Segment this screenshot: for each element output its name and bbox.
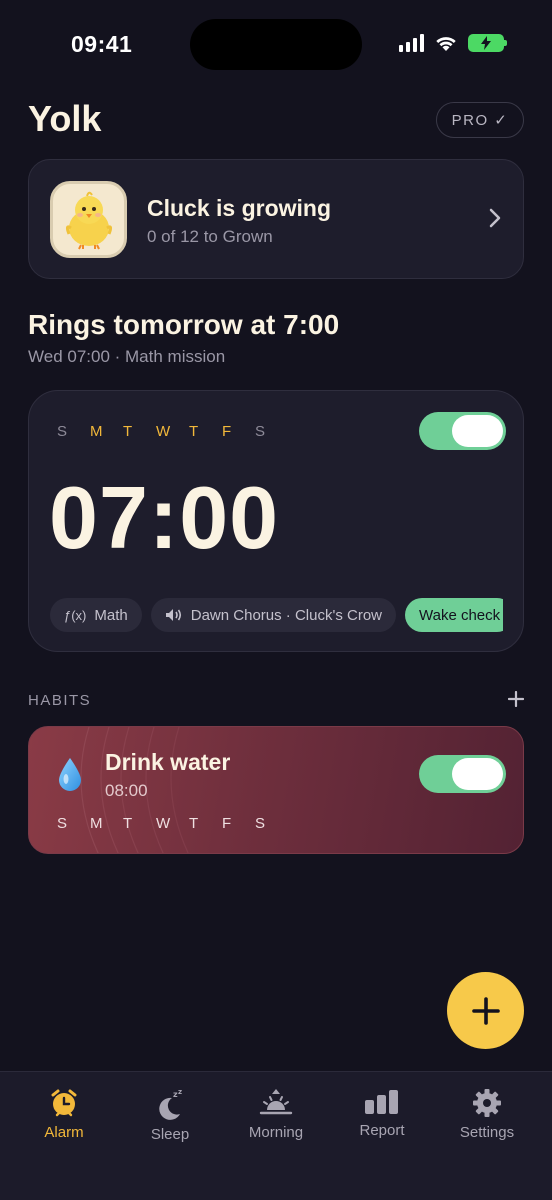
status-icons (399, 34, 507, 52)
moon-zzz-icon: z z (159, 1088, 182, 1120)
habit-name: Drink water (105, 749, 231, 775)
habit-day: S (57, 815, 68, 832)
chick-avatar (50, 181, 127, 258)
tab-settings[interactable]: Settings (437, 1088, 537, 1141)
tab-label: Alarm (44, 1124, 84, 1141)
svg-text:z: z (178, 1088, 182, 1096)
water-drop-icon (59, 758, 81, 791)
tab-report[interactable]: Report (332, 1088, 432, 1139)
pet-progress: 0 of 12 to Grown (147, 227, 273, 246)
alarm-chips: ƒ(x) Math Dawn Chorus · Cluck's Crow Wak… (50, 598, 503, 632)
tab-bar: Alarm z z Sleep Morning Report Settings (0, 1071, 552, 1200)
pro-badge[interactable]: PRO ✓ (436, 102, 524, 138)
habit-days: S M T W T F S (57, 815, 288, 832)
alarm-days: S M T W T F S (57, 423, 288, 440)
day-fri: F (222, 423, 232, 440)
habit-card-drink-water[interactable]: Drink water 08:00 S M T W T F S (28, 726, 524, 854)
cellular-signal-icon (399, 34, 424, 52)
day-thu: T (189, 423, 199, 440)
tab-label: Sleep (150, 1126, 190, 1143)
tab-morning[interactable]: Morning (226, 1088, 326, 1141)
alarm-clock-icon (51, 1089, 77, 1117)
day-sat: S (255, 423, 266, 440)
next-alarm-subtitle: Wed 07:00 · Math mission (28, 347, 226, 366)
habit-day: F (222, 815, 232, 832)
wake-check-label: Wake check (419, 606, 501, 624)
gear-icon (473, 1089, 501, 1117)
status-time: 09:41 (71, 31, 133, 57)
habit-time: 08:00 (105, 781, 148, 800)
day-sun: S (57, 423, 68, 440)
habit-toggle[interactable] (419, 755, 506, 793)
bar-chart-icon (365, 1090, 398, 1114)
tab-alarm[interactable]: Alarm (14, 1088, 114, 1141)
app-title: Yolk (28, 98, 102, 139)
day-mon: M (90, 423, 103, 440)
add-habit-button[interactable] (507, 688, 525, 712)
habit-day: T (189, 815, 199, 832)
habit-day: T (123, 815, 133, 832)
day-tue: T (123, 423, 133, 440)
pet-title: Cluck is growing (147, 195, 332, 221)
plus-icon (507, 690, 525, 708)
habit-day: M (90, 815, 103, 832)
chevron-right-icon (489, 208, 501, 228)
wake-check-chip[interactable]: Wake check (405, 598, 503, 632)
mission-label: Math (94, 606, 128, 624)
habits-section-label: HABITS (28, 692, 92, 709)
alarm-card[interactable]: S M T W T F S 07:00 ƒ(x) Math Dawn Choru… (28, 390, 524, 652)
battery-charging-icon (468, 34, 507, 52)
tab-label: Morning (248, 1124, 304, 1141)
sound-label: Dawn Chorus · Cluck's Crow (190, 606, 382, 624)
chick-icon (65, 191, 112, 249)
function-icon: ƒ(x) (64, 607, 87, 623)
tab-label: Settings (459, 1124, 515, 1141)
toggle-knob (452, 415, 503, 447)
day-wed: W (156, 423, 171, 440)
pet-card[interactable]: Cluck is growing 0 of 12 to Grown (28, 159, 524, 279)
habit-day: W (156, 815, 171, 832)
add-alarm-button[interactable] (447, 972, 524, 1049)
sunrise-icon (259, 1089, 293, 1115)
habit-day: S (255, 815, 266, 832)
wifi-icon (436, 37, 456, 51)
plus-icon (471, 996, 500, 1025)
alarm-toggle[interactable] (419, 412, 506, 450)
pro-label: PRO ✓ (451, 112, 509, 129)
sound-chip[interactable]: Dawn Chorus · Cluck's Crow (150, 598, 396, 632)
toggle-knob (452, 758, 503, 790)
mission-chip[interactable]: ƒ(x) Math (50, 598, 142, 632)
tab-sleep[interactable]: z z Sleep (120, 1088, 220, 1143)
status-bar: 09:41 (0, 0, 552, 90)
alarm-time: 07:00 (49, 468, 280, 567)
next-alarm-title: Rings tomorrow at 7:00 (28, 309, 340, 340)
tab-label: Report (359, 1122, 405, 1139)
dynamic-island (190, 19, 362, 70)
speaker-icon (165, 609, 181, 621)
